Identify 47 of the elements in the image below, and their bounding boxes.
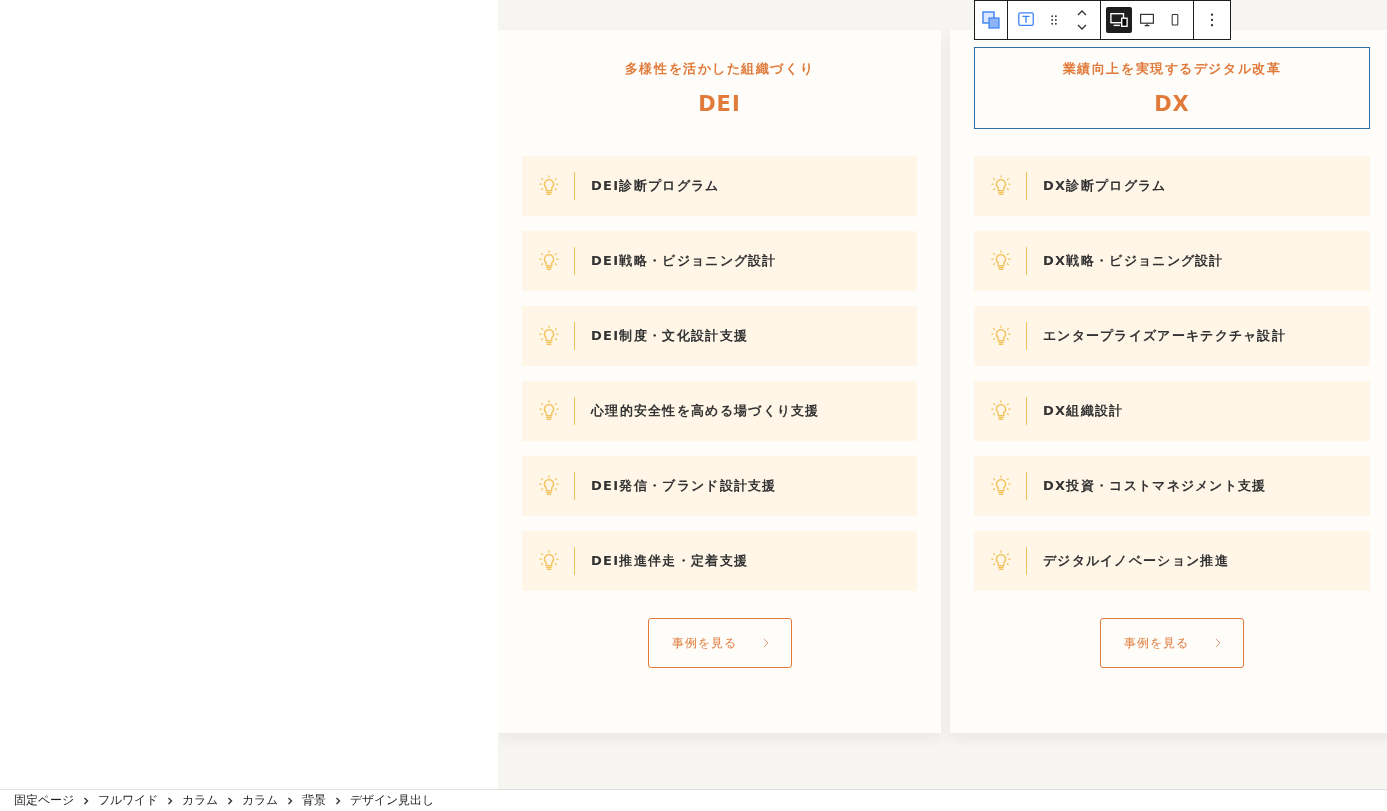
card-title: DEI [698, 92, 741, 116]
item-label: DEI推進伴走・定着支援 [591, 552, 749, 570]
overlapping-squares-icon [981, 10, 1001, 30]
breadcrumb-link[interactable]: 背景 [302, 792, 326, 809]
lightbulb-icon [538, 400, 560, 422]
lightbulb-icon [538, 475, 560, 497]
item-label: DX診断プログラム [1043, 177, 1167, 195]
up-down-arrows-icon [1076, 8, 1088, 32]
devices-icon [1110, 11, 1128, 29]
chevron-right-icon [286, 796, 294, 805]
chevron-right-icon [334, 796, 342, 805]
item-label: DX組織設計 [1043, 402, 1124, 420]
card-title: DX [1154, 92, 1190, 116]
item-label: DEI診断プログラム [591, 177, 720, 195]
lightbulb-icon [990, 550, 1012, 572]
subtitle: 業績向上を実現するデジタル改革 [1062, 60, 1282, 78]
drag-handle-icon [1050, 14, 1058, 26]
item-label: DEI戦略・ビジョニング設計 [591, 252, 777, 270]
breadcrumb-link[interactable]: 固定ページ [14, 792, 74, 809]
responsive-tool-button[interactable] [1106, 7, 1132, 33]
subtitle: 多様性を活かした組織づくり [624, 60, 815, 78]
item-label: デジタルイノベーション推進 [1043, 552, 1229, 570]
lightbulb-icon [990, 175, 1012, 197]
breadcrumb-link[interactable]: デザイン見出し [350, 792, 434, 809]
breadcrumb-link[interactable]: フルワイド [98, 792, 158, 809]
text-icon [1017, 11, 1035, 29]
item-label: DX戦略・ビジョニング設計 [1043, 252, 1224, 270]
item-label: DX投資・コストマネジメント支援 [1043, 477, 1267, 495]
lightbulb-icon [538, 325, 560, 347]
chevron-right-icon [82, 796, 90, 805]
chevron-right-icon [226, 796, 234, 805]
lightbulb-icon [538, 250, 560, 272]
chevron-right-icon [166, 796, 174, 805]
lightbulb-icon [990, 325, 1012, 347]
item-label: エンタープライズアーキテクチャ設計 [1043, 327, 1287, 345]
more-options-icon [1210, 13, 1214, 27]
item-label: DEI制度・文化設計支援 [591, 327, 749, 345]
lightbulb-icon [990, 475, 1012, 497]
breadcrumb-link[interactable]: カラム [182, 792, 218, 809]
desktop-icon [1139, 12, 1155, 28]
breadcrumb-link[interactable]: カラム [242, 792, 278, 809]
lightbulb-icon [538, 175, 560, 197]
item-label: DEI発信・ブランド設計支援 [591, 477, 777, 495]
lightbulb-icon [990, 400, 1012, 422]
lightbulb-icon [990, 250, 1012, 272]
item-label: 心理的安全性を高める場づくり支援 [591, 402, 820, 420]
lightbulb-icon [538, 550, 560, 572]
